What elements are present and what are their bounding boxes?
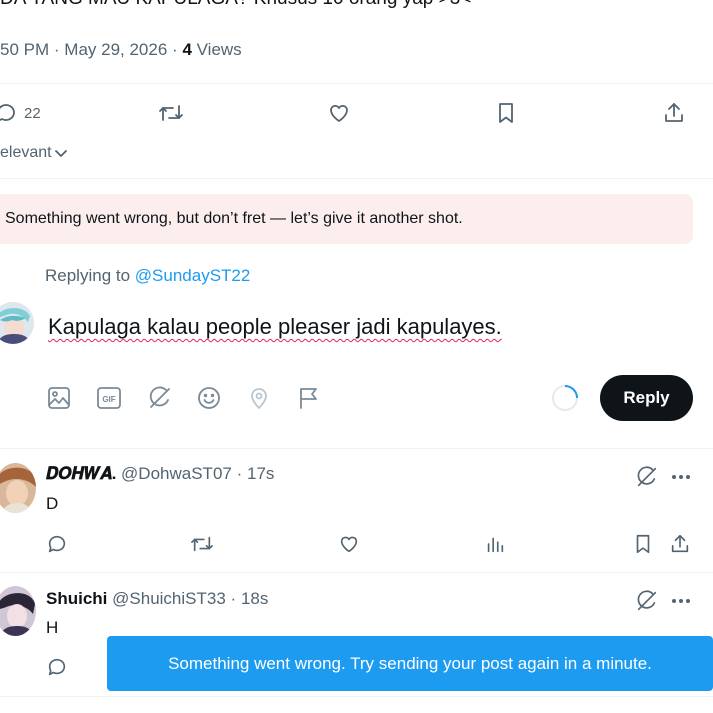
- reply-time[interactable]: 18s: [241, 589, 268, 608]
- char-counter: [551, 384, 579, 412]
- comment-icon: [0, 104, 15, 122]
- reply-text: H: [46, 618, 59, 637]
- comment-icon: [48, 658, 66, 676]
- heart-icon: [330, 104, 348, 122]
- reply-more-button[interactable]: [669, 589, 693, 613]
- more-icon: [672, 475, 690, 479]
- svg-text:GIF: GIF: [102, 395, 115, 404]
- flag-icon: [300, 388, 317, 409]
- post-time[interactable]: 50 PM: [0, 40, 49, 59]
- image-icon: [48, 387, 70, 409]
- reply-action[interactable]: 22: [0, 101, 41, 125]
- sort-label: elevant: [0, 144, 52, 161]
- reply-like-action[interactable]: [338, 533, 360, 555]
- reply-comment-action[interactable]: [46, 656, 68, 678]
- reply-author-name[interactable]: Shuichi: [46, 589, 107, 608]
- grok-button[interactable]: [147, 385, 173, 411]
- image-button[interactable]: [46, 385, 72, 411]
- avatar[interactable]: [0, 302, 34, 344]
- share-icon: [665, 103, 683, 122]
- reply-separator: ·: [230, 589, 237, 608]
- repost-icon: [191, 536, 213, 552]
- reply-share-action[interactable]: [669, 533, 691, 555]
- comment-icon: [48, 535, 66, 553]
- chevron-down-icon: [54, 150, 67, 157]
- gif-icon: GIF: [97, 387, 121, 409]
- more-icon: [672, 599, 690, 603]
- progress-ring-icon: [552, 385, 578, 411]
- meta-separator: ·: [53, 40, 60, 59]
- analytics-icon: [487, 537, 504, 553]
- reply-time[interactable]: 17s: [247, 464, 274, 483]
- error-toast: Something went wrong. Try sending your p…: [107, 636, 713, 691]
- reply-author-handle[interactable]: @DohwaST07: [121, 464, 232, 483]
- reply-separator: ·: [236, 464, 243, 483]
- composer-text: Kapulaga kalau people pleaser jadi kapul…: [48, 314, 502, 339]
- emoji-button[interactable]: [196, 385, 222, 411]
- reply-text: D: [46, 494, 59, 513]
- reply-avatar[interactable]: [0, 463, 36, 513]
- views-label: Views: [196, 40, 242, 59]
- replying-handle[interactable]: @SundayST22: [135, 266, 251, 285]
- reply-grok-button[interactable]: [635, 589, 659, 613]
- repost-icon: [159, 105, 183, 121]
- reply-button-label: Reply: [623, 388, 670, 407]
- grok-icon: [637, 590, 657, 611]
- post-date[interactable]: May 29, 2026: [64, 40, 167, 59]
- post-text: DA YANG MAU KAPULAGA? Khusus 10 orang ya…: [0, 0, 471, 10]
- composer-input[interactable]: Kapulaga kalau people pleaser jadi kapul…: [48, 314, 588, 340]
- reply-more-button[interactable]: [669, 465, 693, 489]
- bookmark-icon: [636, 534, 650, 554]
- post-meta: 50 PM · May 29, 2026 · 4 Views: [0, 40, 242, 60]
- like-action[interactable]: [327, 101, 351, 125]
- reply-grok-button[interactable]: [635, 465, 659, 489]
- reply-avatar[interactable]: [0, 586, 36, 636]
- reply-comment-action[interactable]: [46, 533, 68, 555]
- reply-author-handle[interactable]: @ShuichiST33: [112, 589, 226, 608]
- share-icon: [671, 534, 689, 553]
- replying-prefix: Replying to: [45, 266, 131, 285]
- gif-button[interactable]: GIF: [96, 385, 122, 411]
- reply-header: 𝑫𝑶𝑯𝑾𝑨. @DohwaST07 · 17s: [46, 464, 274, 484]
- location-button[interactable]: [246, 385, 272, 411]
- error-toast-text: Something went wrong. Try sending your p…: [168, 653, 652, 673]
- reply-header: Shuichi @ShuichiST33 · 18s: [46, 589, 268, 609]
- reply-views-action[interactable]: [484, 533, 506, 555]
- repost-action[interactable]: [158, 101, 184, 125]
- views-count: 4: [182, 40, 192, 59]
- reply-button[interactable]: Reply: [600, 375, 693, 421]
- emoji-icon: [198, 387, 220, 409]
- flag-button[interactable]: [296, 385, 322, 411]
- heart-icon: [340, 536, 358, 553]
- reply-count: 22: [24, 104, 41, 122]
- error-banner-text: Something went wrong, but don’t fret — l…: [5, 210, 463, 227]
- share-action[interactable]: [662, 101, 686, 125]
- reply-bookmark-action[interactable]: [632, 533, 654, 555]
- grok-icon: [637, 466, 657, 487]
- replying-to: Replying to @SundayST22: [45, 266, 250, 286]
- bookmark-action[interactable]: [494, 101, 518, 125]
- error-banner: Something went wrong, but don’t fret — l…: [0, 194, 693, 244]
- bookmark-icon: [499, 103, 513, 123]
- grok-icon: [149, 386, 170, 408]
- reply-author-name[interactable]: 𝑫𝑶𝑯𝑾𝑨.: [46, 464, 116, 483]
- location-icon: [251, 388, 267, 409]
- meta-separator: ·: [172, 40, 178, 59]
- reply-repost-action[interactable]: [190, 533, 214, 555]
- sort-dropdown[interactable]: elevant: [0, 144, 68, 162]
